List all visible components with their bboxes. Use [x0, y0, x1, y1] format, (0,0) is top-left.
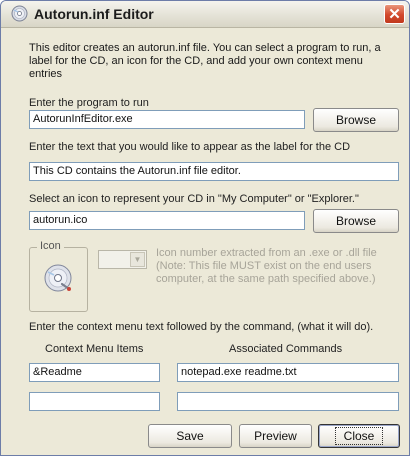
autorun-editor-window: Autorun.inf Editor ✕ This editor creates…	[0, 0, 410, 456]
icon-path-input[interactable]: autorun.ico	[29, 211, 305, 230]
context-menu-instruction: Enter the context menu text followed by …	[29, 321, 374, 333]
context-item-input-1[interactable]: &Readme	[29, 363, 160, 382]
program-input[interactable]: AutorunInfEditor.exe	[29, 110, 305, 129]
chevron-down-icon[interactable]: ▼	[130, 252, 145, 267]
program-browse-button[interactable]: Browse	[313, 108, 399, 132]
cd-icon	[44, 264, 72, 292]
icon-select-label: Select an icon to represent your CD in "…	[29, 193, 359, 205]
program-label: Enter the program to run	[29, 97, 149, 109]
save-button[interactable]: Save	[148, 424, 232, 448]
intro-text: This editor creates an autorun.inf file.…	[29, 42, 381, 80]
associated-commands-header: Associated Commands	[229, 343, 343, 355]
title-bar[interactable]: Autorun.inf Editor ✕	[1, 1, 409, 28]
close-button-label: Close	[334, 427, 384, 445]
command-input-1[interactable]: notepad.exe readme.txt	[177, 363, 399, 382]
icon-number-note: Icon number extracted from an .exe or .d…	[156, 247, 377, 285]
icon-number-combo[interactable]: ▼	[98, 250, 147, 269]
window-close-button[interactable]: ✕	[384, 4, 405, 24]
window-title: Autorun.inf Editor	[34, 6, 154, 22]
cd-label-label: Enter the text that you would like to ap…	[29, 141, 351, 153]
icon-browse-button[interactable]: Browse	[313, 209, 399, 233]
context-items-header: Context Menu Items	[45, 343, 144, 355]
icon-group-legend: Icon	[37, 240, 64, 252]
cd-label-input[interactable]: This CD contains the Autorun.inf file ed…	[29, 162, 399, 181]
close-icon: ✕	[388, 6, 401, 23]
dialog-body: This editor creates an autorun.inf file.…	[1, 28, 409, 455]
command-input-2[interactable]	[177, 392, 399, 411]
app-cd-icon	[11, 5, 28, 22]
close-button[interactable]: Close	[318, 424, 400, 448]
context-item-input-2[interactable]	[29, 392, 160, 411]
preview-button[interactable]: Preview	[239, 424, 312, 448]
